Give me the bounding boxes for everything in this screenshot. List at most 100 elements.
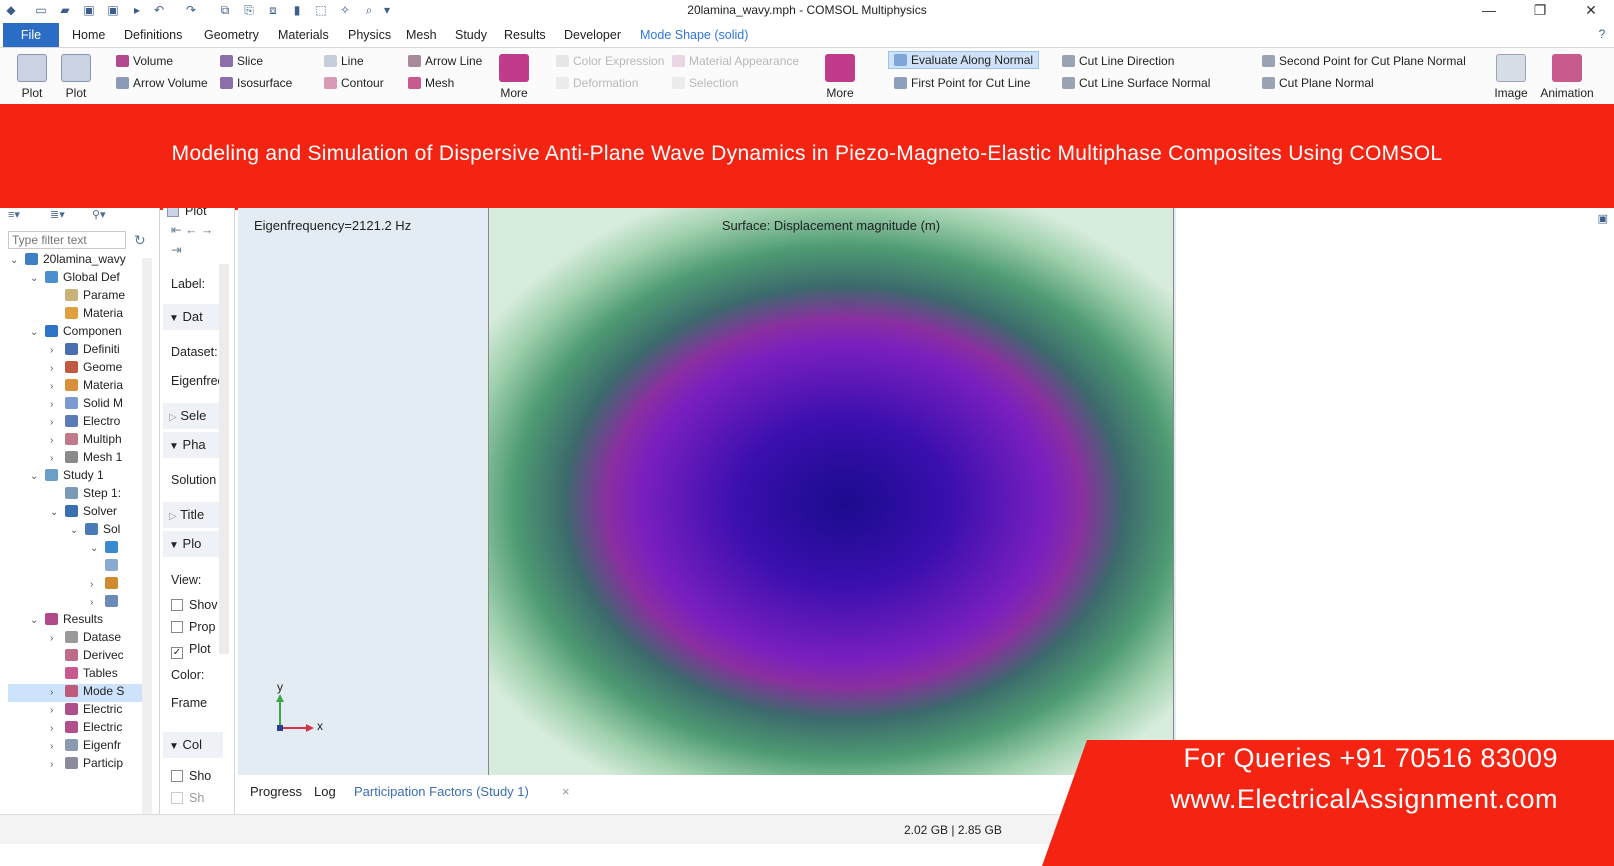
tree-node[interactable]: Tables xyxy=(50,666,150,684)
tab-definitions[interactable]: Definitions xyxy=(124,26,182,44)
chevron-down-icon[interactable]: ⌄ xyxy=(30,327,42,338)
plot-button-2[interactable]: Plot xyxy=(58,54,94,100)
tree-node[interactable]: ⌄ Global Def xyxy=(30,270,150,288)
tree-node[interactable]: Materia xyxy=(50,306,150,324)
cut-line-direction-button[interactable]: Cut Line Direction xyxy=(1062,54,1174,68)
tree-node[interactable]: › Materia xyxy=(50,378,150,396)
filter-options-icon[interactable]: ⚲▾ xyxy=(92,208,106,221)
color-expression-button[interactable]: Color Expression xyxy=(556,54,664,68)
tree-node[interactable]: › Solid M xyxy=(50,396,150,414)
tree-node[interactable] xyxy=(90,558,150,576)
chevron-right-icon[interactable]: › xyxy=(50,705,62,716)
tab-results[interactable]: Results xyxy=(504,26,546,44)
expand-icon[interactable]: ≡▾ xyxy=(8,208,20,221)
tab-log[interactable]: Log xyxy=(314,784,336,799)
mesh-plot-button[interactable]: Mesh xyxy=(408,76,454,90)
close-tab-icon[interactable]: × xyxy=(562,784,570,799)
material-appearance-button[interactable]: Material Appearance xyxy=(672,54,799,68)
coloring-section-header[interactable]: ▼ Col xyxy=(163,732,223,758)
tree-node[interactable]: ⌄ Sol xyxy=(70,522,150,540)
chevron-right-icon[interactable]: › xyxy=(50,399,62,410)
cut-line-surface-normal-button[interactable]: Cut Line Surface Normal xyxy=(1062,76,1210,90)
chevron-right-icon[interactable]: › xyxy=(50,417,62,428)
tree-node[interactable]: Step 1: xyxy=(50,486,150,504)
selection-section-header[interactable]: ▷ Sele xyxy=(163,403,223,429)
tree-node[interactable]: › Electro xyxy=(50,414,150,432)
tab-home[interactable]: Home xyxy=(72,26,105,44)
collapse-icon[interactable]: ≣▾ xyxy=(50,208,65,221)
settings-nav-icons[interactable]: ⇤ ← → xyxy=(171,222,213,237)
tree-node[interactable]: ⌄ Componen xyxy=(30,324,150,342)
phase-section-header[interactable]: ▼ Pha xyxy=(163,432,223,458)
tab-file[interactable]: File xyxy=(3,23,59,47)
tree-filter-input[interactable] xyxy=(8,231,126,249)
graphics-window[interactable]: Eigenfrequency=2121.2 Hz Surface: Displa… xyxy=(238,208,1614,775)
chevron-down-icon[interactable]: ⌄ xyxy=(30,471,42,482)
chevron-right-icon[interactable]: › xyxy=(50,759,62,770)
help-icon[interactable]: ? xyxy=(1595,27,1609,41)
chevron-down-icon[interactable]: ⌄ xyxy=(50,507,62,518)
tab-progress[interactable]: Progress xyxy=(250,784,302,799)
plot-checkbox[interactable]: ✓ Plot xyxy=(171,642,211,659)
tree-node[interactable]: ⌄ Solver xyxy=(50,504,150,522)
tree-node[interactable]: ⌄ Results xyxy=(30,612,150,630)
chevron-right-icon[interactable]: › xyxy=(50,741,62,752)
surface-plot[interactable]: Surface: Displacement magnitude (m) xyxy=(488,208,1174,775)
chevron-right-icon[interactable]: › xyxy=(50,723,62,734)
tree-node[interactable]: ⌄ xyxy=(90,540,150,558)
chevron-right-icon[interactable]: › xyxy=(50,687,62,698)
animation-button[interactable]: Animation xyxy=(1536,54,1598,100)
tree-node[interactable]: › Geome xyxy=(50,360,150,378)
tree-scrollbar[interactable] xyxy=(142,258,152,818)
cut-plane-normal-button[interactable]: Cut Plane Normal xyxy=(1262,76,1374,90)
tree-node[interactable]: › Datase xyxy=(50,630,150,648)
tree-node[interactable]: › xyxy=(90,594,150,612)
selection-button[interactable]: Selection xyxy=(672,76,738,90)
chevron-right-icon[interactable]: › xyxy=(50,345,62,356)
close-button[interactable]: ✕ xyxy=(1568,0,1614,22)
arrow-line-button[interactable]: Arrow Line xyxy=(408,54,482,68)
tree-node[interactable]: › Definiti xyxy=(50,342,150,360)
tree-node[interactable]: › xyxy=(90,576,150,594)
settings-plot-header[interactable]: Plot xyxy=(167,208,207,218)
tree-node[interactable]: › Eigenfr xyxy=(50,738,150,756)
evaluate-along-normal-button[interactable]: Evaluate Along Normal xyxy=(888,51,1040,69)
tab-materials[interactable]: Materials xyxy=(278,26,329,44)
plot-button-1[interactable]: Plot xyxy=(14,54,50,100)
tab-mesh[interactable]: Mesh xyxy=(406,26,437,44)
tree-node[interactable]: › Electric xyxy=(50,720,150,738)
refresh-icon[interactable]: ↻ xyxy=(134,232,146,249)
tree-node[interactable]: › Electric xyxy=(50,702,150,720)
tree-node[interactable]: ⌄ Study 1 xyxy=(30,468,150,486)
show-legends-checkbox[interactable]: Sho xyxy=(171,769,211,783)
more-button-1[interactable]: More xyxy=(494,54,534,100)
second-point-cut-plane-button[interactable]: Second Point for Cut Plane Normal xyxy=(1262,54,1466,68)
tree-node[interactable]: › Mesh 1 xyxy=(50,450,150,468)
tree-node[interactable]: › Multiph xyxy=(50,432,150,450)
chevron-down-icon[interactable]: ⌄ xyxy=(30,615,42,626)
show-checkbox[interactable]: Shov xyxy=(171,598,218,612)
prop-checkbox[interactable]: Prop xyxy=(171,620,215,634)
tree-node[interactable]: ⌄ 20lamina_wavy xyxy=(10,252,150,270)
chevron-down-icon[interactable]: ⌄ xyxy=(90,543,102,554)
restore-button[interactable]: ❐ xyxy=(1517,0,1563,22)
tab-study[interactable]: Study xyxy=(455,26,487,44)
contour-button[interactable]: Contour xyxy=(324,76,384,90)
chevron-right-icon[interactable]: › xyxy=(50,453,62,464)
deformation-button[interactable]: Deformation xyxy=(556,76,638,90)
image-button[interactable]: Image xyxy=(1492,54,1530,100)
title-section-header[interactable]: ▷ Title xyxy=(163,502,223,528)
settings-jump-icon[interactable]: ⇥ xyxy=(171,242,181,257)
data-section-header[interactable]: ▼ Dat xyxy=(163,304,223,330)
chevron-right-icon[interactable]: › xyxy=(50,435,62,446)
tree-node[interactable]: Derivec xyxy=(50,648,150,666)
tab-mode-shape[interactable]: Mode Shape (solid) xyxy=(640,26,748,44)
volume-button[interactable]: Volume xyxy=(116,54,173,68)
chevron-right-icon[interactable]: › xyxy=(90,597,102,608)
tab-physics[interactable]: Physics xyxy=(348,26,391,44)
tab-participation-factors[interactable]: Participation Factors (Study 1) xyxy=(354,784,529,799)
maximize-graphics-icon[interactable]: ▣ xyxy=(1598,212,1608,225)
first-point-cut-line-button[interactable]: First Point for Cut Line xyxy=(894,76,1030,90)
chevron-down-icon[interactable]: ⌄ xyxy=(10,255,22,266)
tree-node[interactable]: › Mode S xyxy=(8,684,148,702)
